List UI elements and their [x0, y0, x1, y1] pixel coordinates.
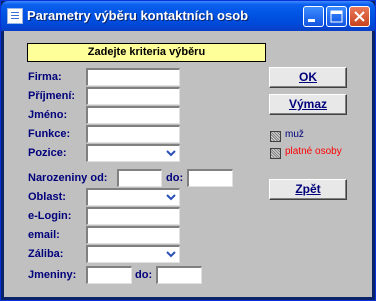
chevron-down-icon[interactable] [164, 191, 178, 204]
dialog-client-area: Zadejte kriteria výběru Firma: Příjmení:… [4, 31, 372, 297]
title-bar[interactable]: Parametry výběru kontaktních osob [1, 1, 375, 31]
funkce-label: Funkce: [28, 128, 71, 140]
muz-label: muž [285, 129, 304, 140]
zaliba-combo[interactable] [86, 245, 180, 263]
firma-field[interactable] [86, 68, 180, 86]
close-icon [354, 11, 365, 22]
form-icon [7, 8, 23, 24]
criteria-header: Zadejte kriteria výběru [27, 43, 266, 62]
platne-osoby-label: platné osoby [285, 146, 342, 157]
jmeniny-label: Jmeniny: [28, 269, 77, 281]
minimize-icon [308, 19, 315, 22]
elogin-field[interactable] [86, 207, 180, 225]
elogin-label: e-Login: [28, 210, 72, 222]
jmeno-label: Jméno: [28, 109, 68, 121]
prijmeni-label: Příjmení: [28, 90, 76, 102]
jmeniny-do-field[interactable] [156, 266, 202, 284]
maximize-icon [330, 10, 343, 23]
vymaz-button[interactable]: Výmaz [269, 94, 347, 115]
pozice-label: Pozice: [28, 147, 67, 159]
dialog-window: Parametry výběru kontaktních osob Zadejt… [0, 0, 376, 301]
pozice-combo[interactable] [86, 144, 180, 162]
jmeniny-od-field[interactable] [86, 266, 132, 284]
jmeniny-do-label: do: [135, 269, 153, 281]
funkce-field[interactable] [86, 125, 180, 143]
oblast-label: Oblast: [28, 191, 66, 203]
narozeniny-do-label: do: [166, 172, 184, 184]
firma-label: Firma: [28, 71, 62, 83]
prijmeni-field[interactable] [86, 87, 180, 105]
maximize-button[interactable] [326, 6, 347, 27]
window-title: Parametry výběru kontaktních osob [27, 8, 249, 23]
email-label: email: [28, 229, 60, 241]
ok-button[interactable]: OK [269, 67, 347, 88]
close-button[interactable] [349, 6, 370, 27]
narozeniny-do-field[interactable] [187, 169, 233, 187]
oblast-combo[interactable] [86, 188, 180, 206]
zaliba-label: Záliba: [28, 248, 64, 260]
muz-checkbox[interactable] [270, 131, 281, 142]
chevron-down-icon[interactable] [164, 147, 178, 160]
zpet-button[interactable]: Zpět [269, 179, 347, 200]
platne-osoby-checkbox[interactable] [270, 148, 281, 159]
jmeno-field[interactable] [86, 106, 180, 124]
narozeniny-od-field[interactable] [117, 169, 162, 187]
chevron-down-icon[interactable] [164, 248, 178, 261]
minimize-button[interactable] [303, 6, 324, 27]
narozeniny-od-label: Narozeniny od: [28, 172, 108, 184]
email-field[interactable] [86, 226, 180, 244]
